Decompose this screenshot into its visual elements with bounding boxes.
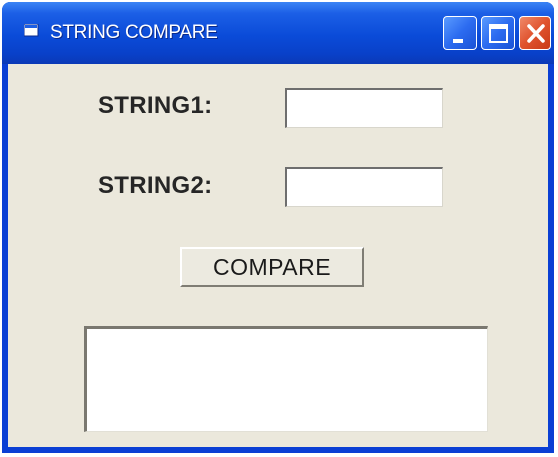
minimize-button[interactable]	[443, 16, 477, 50]
form-client-area: STRING1: STRING2: COMPARE	[8, 64, 548, 447]
string2-label: STRING2:	[98, 172, 213, 199]
string1-input[interactable]	[285, 88, 443, 128]
app-window: STRING COMPARE STRING1: STRING2: COMPARE	[2, 2, 554, 453]
title-bar[interactable]: STRING COMPARE	[2, 2, 554, 64]
window-title: STRING COMPARE	[50, 22, 218, 43]
app-icon[interactable]	[23, 23, 40, 38]
compare-button[interactable]: COMPARE	[180, 247, 364, 287]
close-button[interactable]	[519, 16, 551, 50]
maximize-button[interactable]	[481, 16, 515, 50]
string1-label: STRING1:	[98, 92, 213, 119]
string2-input[interactable]	[285, 167, 443, 207]
result-output-box[interactable]	[84, 326, 488, 432]
